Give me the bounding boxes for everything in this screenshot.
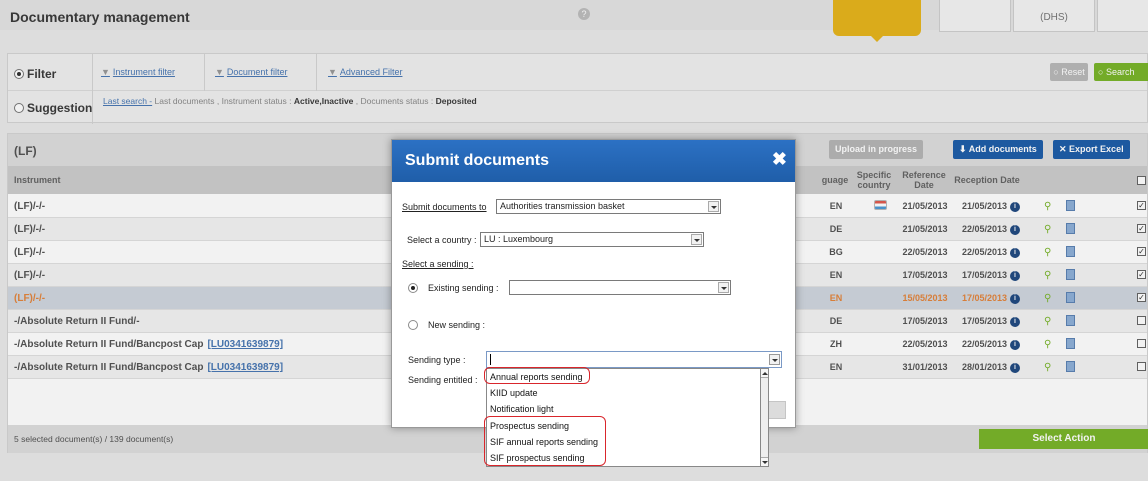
country-select[interactable]: LU : Luxembourg xyxy=(480,232,704,247)
dialog-header: Submit documents ✖ xyxy=(392,140,795,182)
close-icon[interactable]: ✖ xyxy=(772,149,787,170)
chevron-down-icon[interactable] xyxy=(769,354,780,365)
existing-sending-select[interactable] xyxy=(509,280,731,295)
existing-sending-label: Existing sending : xyxy=(428,283,499,293)
sending-type-label: Sending type : xyxy=(408,355,466,365)
sending-type-select[interactable] xyxy=(486,351,782,368)
submit-to-label: Submit documents to xyxy=(402,202,487,212)
sending-entitled-label: Sending entitled : xyxy=(408,375,478,385)
option-kiid-update[interactable]: KIID update xyxy=(489,385,538,401)
options-scrollbar[interactable] xyxy=(760,368,769,467)
scroll-down-icon[interactable] xyxy=(761,457,768,466)
new-sending-radio[interactable] xyxy=(408,320,418,330)
text-cursor xyxy=(490,354,491,365)
country-label: Select a country : xyxy=(407,235,477,245)
existing-sending-radio[interactable] xyxy=(408,283,418,293)
annotation-highlight xyxy=(484,367,590,384)
option-notification-light[interactable]: Notification light xyxy=(489,401,554,417)
dialog-title: Submit documents xyxy=(405,152,550,169)
submit-to-select[interactable]: Authorities transmission basket xyxy=(496,199,721,214)
select-sending-label: Select a sending : xyxy=(402,259,474,269)
chevron-down-icon[interactable] xyxy=(718,282,729,293)
annotation-highlight xyxy=(484,416,606,466)
chevron-down-icon[interactable] xyxy=(691,234,702,245)
dialog-action-button[interactable] xyxy=(766,401,786,419)
chevron-down-icon[interactable] xyxy=(708,201,719,212)
scroll-up-icon[interactable] xyxy=(761,369,768,378)
new-sending-label: New sending : xyxy=(428,320,486,330)
